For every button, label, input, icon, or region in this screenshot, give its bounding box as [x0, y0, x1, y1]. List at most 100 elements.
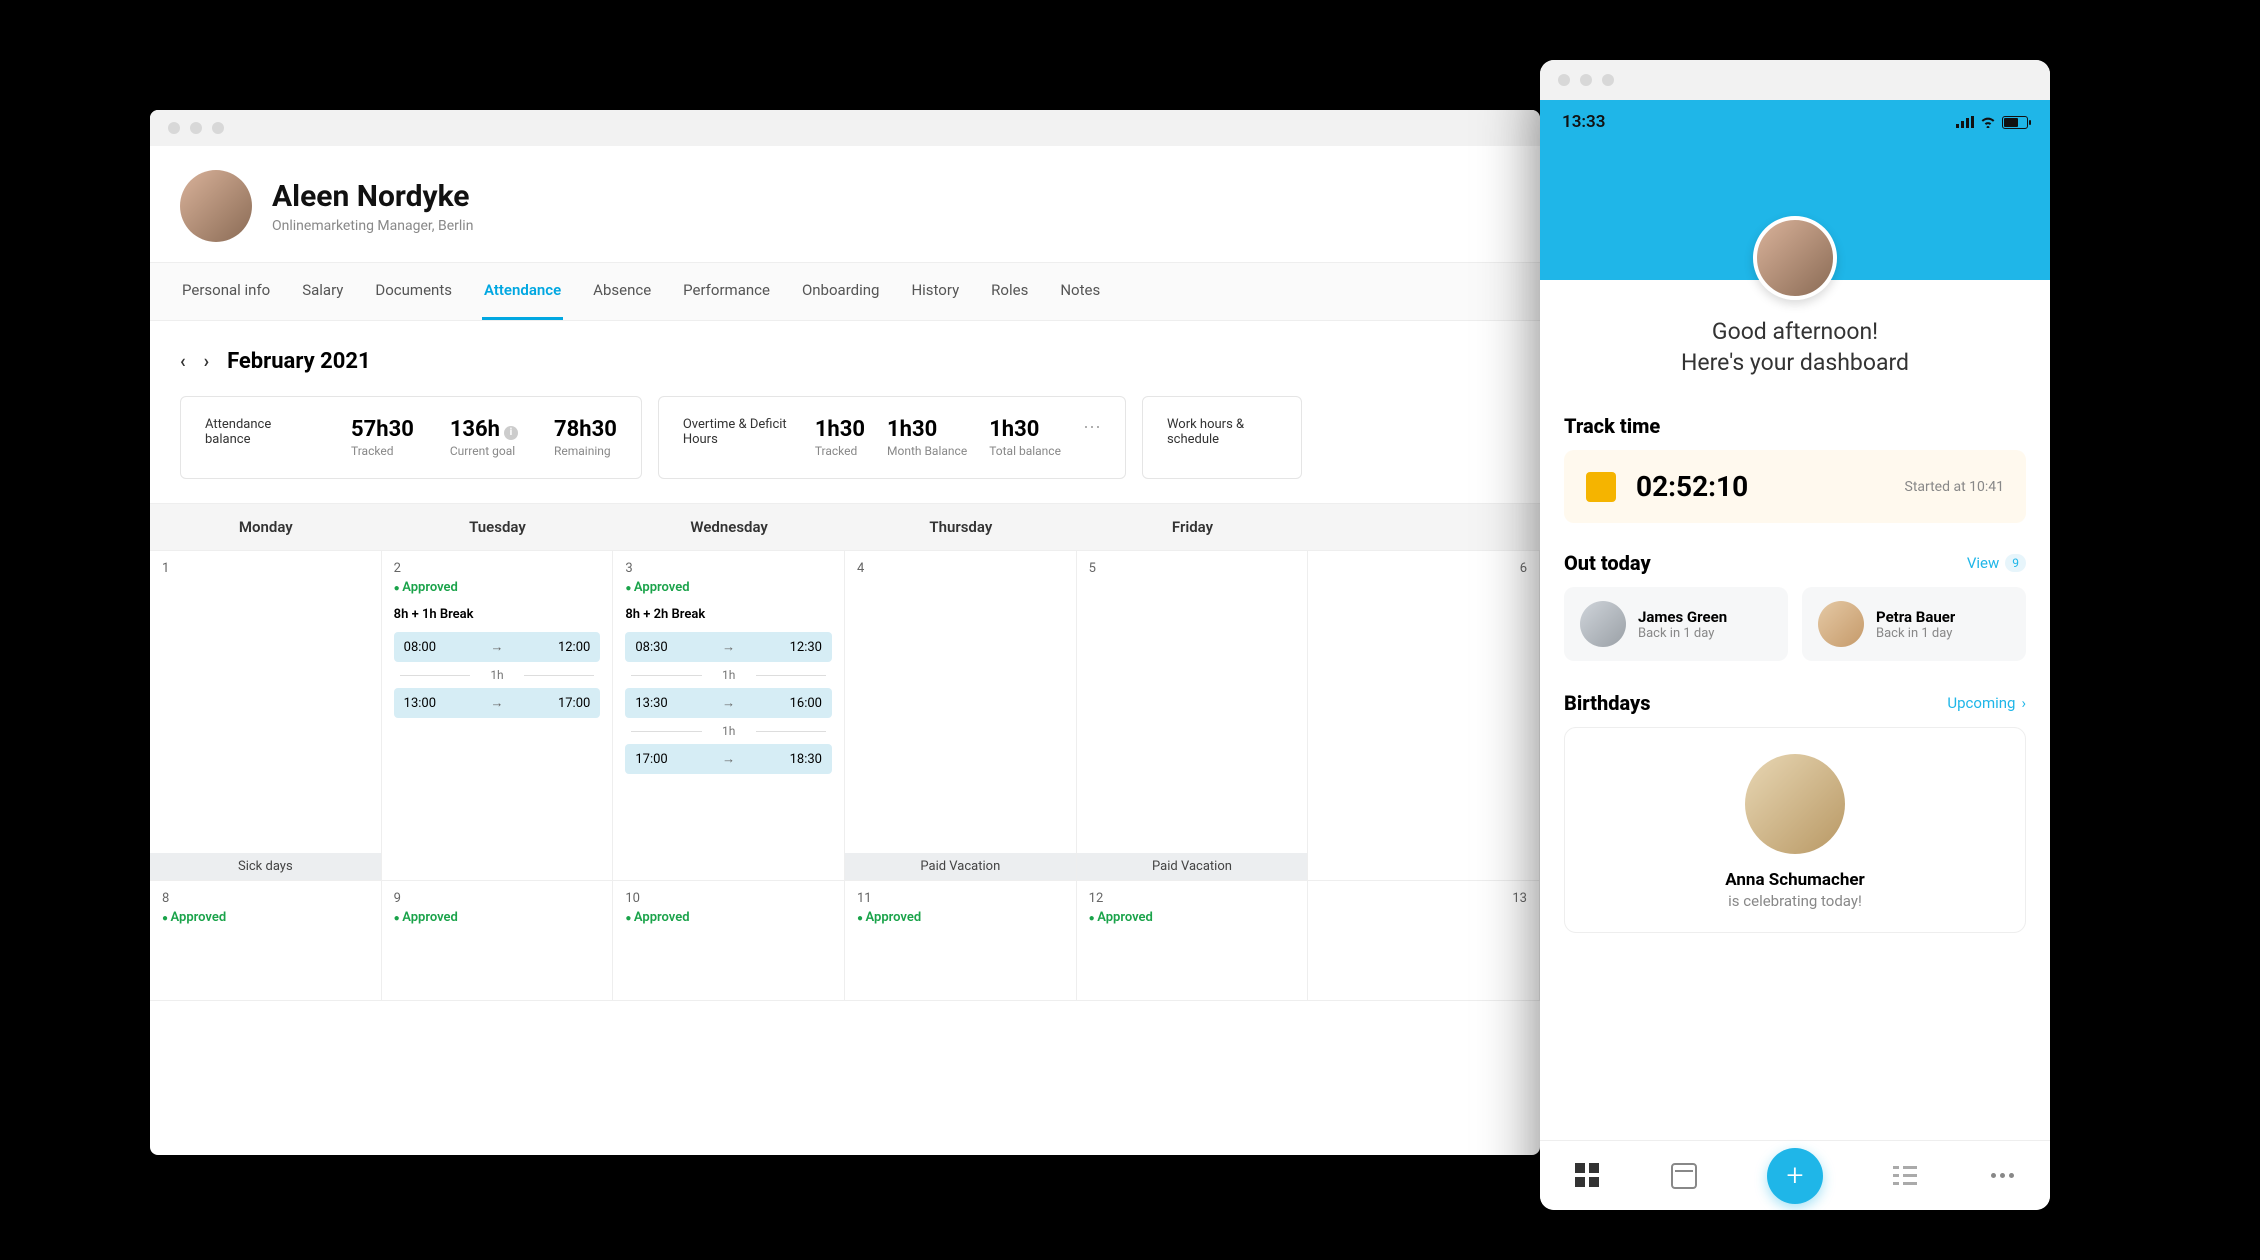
cal-cell[interactable]: 5 Paid Vacation — [1077, 551, 1309, 881]
approved-badge: Approved — [857, 910, 1064, 925]
next-month-button[interactable]: › — [204, 351, 209, 372]
overtime-card: Overtime & Deficit Hours 1h30 Tracked 1h… — [658, 396, 1126, 479]
gap-label: 1h — [394, 668, 601, 682]
birthday-name: Anna Schumacher — [1725, 870, 1865, 890]
cell-date: 10 — [625, 891, 832, 906]
greeting-line-1: Good afternoon! — [1540, 316, 2050, 347]
goal-sub: Current goal — [450, 444, 518, 458]
birthday-card[interactable]: Anna Schumacher is celebrating today! — [1564, 727, 2026, 933]
ot-month-sub: Month Balance — [887, 444, 967, 458]
cal-cell[interactable]: 12 Approved — [1077, 881, 1309, 1001]
cal-cell[interactable]: 8 Approved — [150, 881, 382, 1001]
time-chip[interactable]: 13:00→17:00 — [394, 688, 601, 718]
nav-add-button[interactable]: + — [1767, 1148, 1823, 1204]
cal-cell[interactable]: 9 Approved — [382, 881, 614, 1001]
cell-date: 8 — [162, 891, 369, 906]
nav-more-icon[interactable] — [1989, 1163, 2015, 1189]
desktop-app-window: Aleen Nordyke Onlinemarketing Manager, B… — [150, 110, 1540, 1155]
out-today-card[interactable]: James Green Back in 1 day — [1564, 587, 1788, 661]
cal-cell[interactable]: 3 Approved 8h + 2h Break 08:30→12:30 1h … — [613, 551, 845, 881]
cell-date: 3 — [625, 561, 832, 576]
arrow-icon: → — [490, 695, 503, 711]
birthdays-upcoming-link[interactable]: Upcoming › — [1947, 694, 2026, 712]
prev-month-button[interactable]: ‹ — [180, 351, 186, 372]
approved-badge: Approved — [625, 580, 832, 595]
profile-name: Aleen Nordyke — [272, 179, 473, 214]
card-more-icon[interactable]: ⋯ — [1083, 417, 1101, 438]
stop-icon[interactable] — [1586, 472, 1616, 502]
cell-date: 1 — [162, 561, 369, 576]
approved-badge: Approved — [625, 910, 832, 925]
cell-date: 5 — [1089, 561, 1296, 576]
traffic-light-close[interactable] — [168, 122, 180, 134]
time-chip[interactable]: 08:30→12:30 — [625, 632, 832, 662]
nav-calendar-icon[interactable] — [1671, 1163, 1697, 1189]
battery-icon — [2002, 116, 2028, 129]
tab-notes[interactable]: Notes — [1058, 263, 1102, 320]
phone-profile-avatar[interactable] — [1753, 216, 1837, 300]
birthdays-section: Birthdays Upcoming › Anna Schumacher is … — [1540, 691, 2050, 933]
info-icon[interactable]: i — [504, 426, 518, 440]
arrow-icon: → — [722, 751, 735, 767]
profile-avatar[interactable] — [180, 170, 252, 242]
tab-personal-info[interactable]: Personal info — [180, 263, 272, 320]
schedule-card[interactable]: Work hours & schedule — [1142, 396, 1302, 479]
tab-documents[interactable]: Documents — [373, 263, 454, 320]
cal-cell[interactable]: 1 Sick days — [150, 551, 382, 881]
ot-total-sub: Total balance — [989, 444, 1061, 458]
time-chip[interactable]: 17:00→18:30 — [625, 744, 832, 774]
nav-dashboard-icon[interactable] — [1575, 1163, 1601, 1189]
cell-footer-tag: Sick days — [150, 853, 381, 880]
tab-attendance[interactable]: Attendance — [482, 263, 563, 320]
track-time-card[interactable]: 02:52:10 Started at 10:41 — [1564, 450, 2026, 523]
cell-date: 2 — [394, 561, 601, 576]
cal-cell[interactable]: 10 Approved — [613, 881, 845, 1001]
tab-absence[interactable]: Absence — [591, 263, 653, 320]
tab-history[interactable]: History — [909, 263, 961, 320]
birthday-sub: is celebrating today! — [1728, 892, 1862, 910]
phone-header: 13:33 — [1540, 100, 2050, 280]
cellular-icon — [1956, 116, 1974, 128]
tab-onboarding[interactable]: Onboarding — [800, 263, 882, 320]
cal-cell[interactable]: 4 Paid Vacation — [845, 551, 1077, 881]
birthdays-title: Birthdays — [1564, 691, 1651, 715]
nav-list-icon[interactable] — [1893, 1163, 1919, 1189]
out-today-title: Out today — [1564, 551, 1651, 575]
col-spacer — [1308, 504, 1540, 550]
time-chip[interactable]: 13:30→16:00 — [625, 688, 832, 718]
traffic-light-zoom[interactable] — [212, 122, 224, 134]
cell-footer-tag: Paid Vacation — [845, 853, 1076, 880]
schedule-label: Work hours & schedule — [1167, 417, 1277, 447]
phone-window-titlebar — [1540, 60, 2050, 100]
status-time: 13:33 — [1562, 112, 1605, 132]
out-today-section: Out today View 9 James Green Back in 1 d… — [1540, 551, 2050, 661]
remaining-sub: Remaining — [554, 444, 617, 458]
goal-value: 136hi — [450, 417, 518, 442]
out-sub: Back in 1 day — [1638, 626, 1727, 641]
status-icons — [1956, 112, 2028, 132]
out-today-card[interactable]: Petra Bauer Back in 1 day — [1802, 587, 2026, 661]
cal-cell[interactable]: 6 — [1308, 551, 1540, 881]
avatar — [1580, 601, 1626, 647]
traffic-light-minimize[interactable] — [1580, 74, 1592, 86]
out-today-view-link[interactable]: View 9 — [1967, 554, 2026, 572]
dashboard-greeting: Good afternoon! Here's your dashboard — [1540, 316, 2050, 398]
tab-salary[interactable]: Salary — [300, 263, 345, 320]
out-sub: Back in 1 day — [1876, 626, 1955, 641]
cell-date: 11 — [857, 891, 1064, 906]
approved-badge: Approved — [394, 580, 601, 595]
traffic-light-minimize[interactable] — [190, 122, 202, 134]
out-today-count: 9 — [2005, 554, 2026, 572]
tab-performance[interactable]: Performance — [681, 263, 772, 320]
time-chip[interactable]: 08:00→12:00 — [394, 632, 601, 662]
cal-cell[interactable]: 2 Approved 8h + 1h Break 08:00→12:00 1h … — [382, 551, 614, 881]
stats-row: Attendance balance 57h30 Tracked 136hi C… — [150, 396, 1540, 503]
traffic-light-zoom[interactable] — [1602, 74, 1614, 86]
cal-cell[interactable]: 11 Approved — [845, 881, 1077, 1001]
out-name: Petra Bauer — [1876, 608, 1955, 626]
cell-date: 9 — [394, 891, 601, 906]
traffic-light-close[interactable] — [1558, 74, 1570, 86]
cal-cell[interactable]: 13 — [1308, 881, 1540, 1001]
tab-roles[interactable]: Roles — [989, 263, 1030, 320]
shift-label: 8h + 2h Break — [625, 607, 832, 622]
